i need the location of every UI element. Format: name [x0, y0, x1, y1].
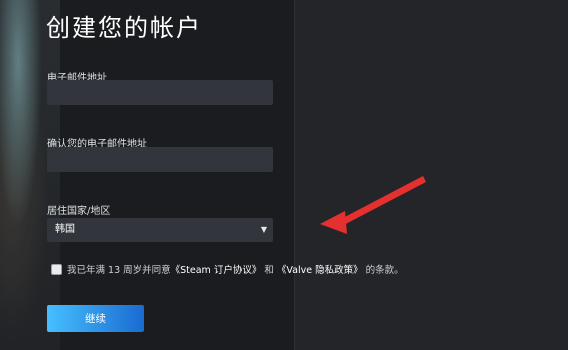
- annotation-arrow-icon: [320, 176, 426, 234]
